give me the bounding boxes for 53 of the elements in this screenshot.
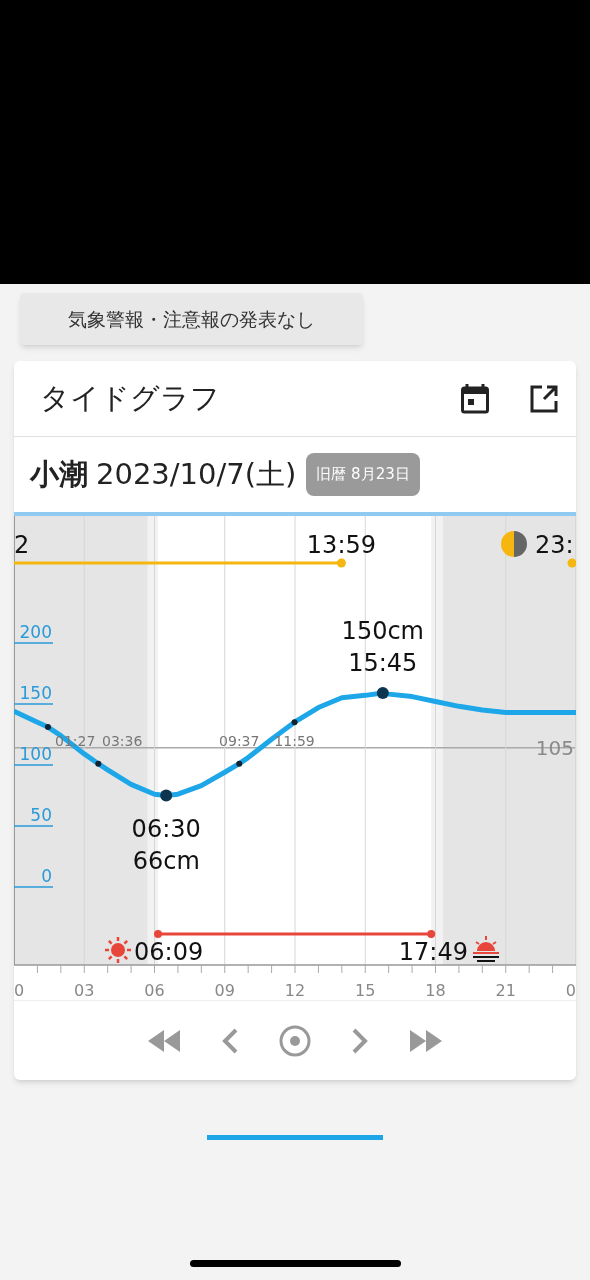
warning-button[interactable]: 気象警報・注意報の発表なし: [20, 293, 363, 345]
high-tide-label: 150cm: [341, 616, 424, 645]
reference-level-label: 105: [535, 735, 574, 760]
y-tick-label: 100: [19, 743, 52, 764]
today-icon[interactable]: [278, 1023, 312, 1058]
curve-point: [236, 760, 243, 767]
time-label: 11:59: [274, 733, 315, 749]
sunrise-time-label: 06:09: [134, 938, 204, 966]
x-axis-label: 15: [355, 981, 376, 1000]
x-axis-label: 03: [74, 981, 95, 1000]
card-title: タイドグラフ: [40, 379, 221, 417]
moon-time-label: 2: [14, 531, 30, 559]
curve-point: [95, 760, 102, 767]
x-axis-label: 12: [284, 981, 306, 1000]
x-axis-label: 09: [214, 981, 235, 1000]
low-tide-point: [160, 789, 173, 802]
x-axis-label: 06: [144, 981, 165, 1000]
time-label: 09:37: [219, 733, 260, 749]
date-text: 2023/10/7(土): [96, 455, 297, 493]
moonrise-time-label: 23:: [535, 531, 574, 559]
moon-phase-icon: [501, 531, 527, 557]
low-tide-label: 06:30: [131, 815, 201, 844]
x-axis-label: 0: [565, 981, 576, 1000]
y-tick-label: 50: [30, 804, 52, 825]
y-tick-mark: [14, 764, 54, 766]
curve-point: [44, 724, 51, 731]
fast-rewind-icon[interactable]: [146, 1027, 182, 1054]
y-tick-label: 150: [19, 682, 52, 703]
sun-icon: [105, 937, 131, 963]
y-tick-mark: [14, 642, 54, 644]
previous-icon[interactable]: [220, 1026, 240, 1055]
next-icon[interactable]: [350, 1026, 370, 1055]
low-tide-label: 66cm: [132, 847, 200, 876]
high-tide-point: [376, 686, 389, 699]
fast-forward-icon[interactable]: [408, 1027, 444, 1054]
y-tick-label: 200: [19, 621, 52, 642]
calendar-icon[interactable]: [460, 382, 490, 415]
x-axis-label: 18: [425, 981, 446, 1000]
x-axis-label: 0: [14, 981, 25, 1000]
y-tick-mark: [14, 825, 54, 827]
moonset-time-label: 13:59: [306, 531, 377, 559]
external-link-icon[interactable]: [530, 384, 558, 413]
sunset-time-label: 17:49: [398, 938, 468, 966]
lunar-date-badge: 旧暦 8月23日: [306, 453, 420, 496]
y-tick-mark: [14, 703, 54, 705]
sunset-icon: [472, 935, 500, 962]
time-label: 03:36: [102, 733, 143, 749]
y-tick-mark: [14, 886, 54, 888]
tide-name: 小潮: [30, 455, 88, 493]
high-tide-label: 15:45: [348, 648, 418, 677]
y-tick-label: 0: [41, 865, 52, 886]
curve-point: [291, 719, 298, 726]
x-axis-label: 21: [495, 981, 516, 1000]
